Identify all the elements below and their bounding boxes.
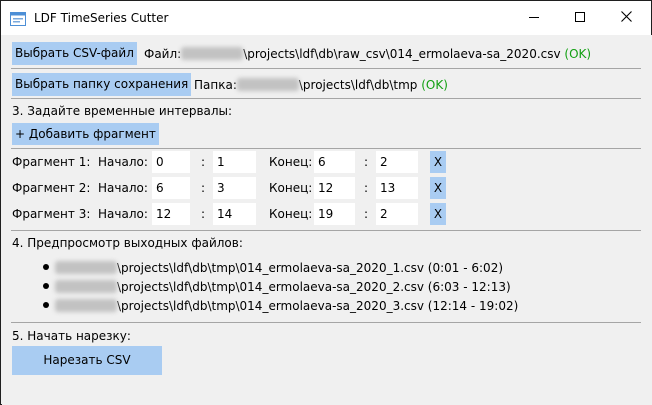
time-separator: : [364, 207, 369, 221]
save-folder-label: Папка: [194, 78, 237, 92]
end-seconds-input[interactable]: 2 [376, 151, 418, 173]
delete-fragment-button[interactable]: X [430, 177, 446, 199]
save-folder-path: \projects\ldf\db\tmp [298, 78, 418, 92]
select-save-folder-button[interactable]: Выбрать папку сохранения [12, 73, 192, 96]
close-icon [620, 11, 632, 25]
start-minutes-input[interactable]: 6 [152, 177, 190, 199]
redacted-path-prefix [55, 261, 117, 274]
redacted-path-prefix [55, 299, 117, 312]
close-button[interactable] [603, 1, 649, 35]
app-window-icon [10, 11, 26, 27]
separator [11, 230, 641, 231]
csv-file-info: Файл: \projects\ldf\db\raw_csv\014_ermola… [144, 47, 591, 62]
end-minutes-input[interactable]: 19 [314, 203, 355, 225]
bullet-icon [43, 264, 49, 270]
bullet-icon [43, 283, 49, 289]
start-seconds-input[interactable]: 14 [213, 203, 256, 225]
add-fragment-button[interactable]: + Добавить фрагмент [12, 123, 159, 145]
separator [11, 322, 641, 323]
maximize-button[interactable] [557, 1, 603, 35]
fragment-label: Фрагмент 1: [12, 155, 91, 169]
end-label: Конец: [269, 207, 313, 221]
time-separator: : [201, 181, 206, 195]
start-minutes-input[interactable]: 12 [152, 203, 190, 225]
start-label: Начало: [98, 181, 148, 195]
start-seconds-input[interactable]: 1 [213, 151, 256, 173]
preview-heading: 4. Предпросмотр выходных файлов: [12, 236, 243, 250]
main-content: Выбрать CSV-файл Файл: \projects\ldf\db\r… [2, 35, 652, 405]
bullet-icon [43, 302, 49, 308]
time-separator: : [201, 207, 206, 221]
app-window: LDF TimeSeries Cutter Выбрать CSV-файл Ф… [0, 0, 652, 405]
save-status: (OK) [421, 78, 448, 92]
end-minutes-input[interactable]: 12 [314, 177, 355, 199]
csv-file-label: Файл: [144, 47, 182, 61]
end-minutes-input[interactable]: 6 [314, 151, 355, 173]
redacted-path-prefix [55, 280, 117, 293]
preview-file: \projects\ldf\db\tmp\014_ermolaeva-sa_20… [117, 280, 511, 294]
separator [11, 98, 641, 99]
redacted-path-prefix [236, 78, 299, 91]
time-separator: : [364, 155, 369, 169]
preview-file: \projects\ldf\db\tmp\014_ermolaeva-sa_20… [117, 299, 519, 313]
cut-heading: 5. Начать нарезку: [12, 329, 131, 343]
separator [11, 148, 641, 149]
minimize-icon [529, 11, 539, 25]
time-separator: : [364, 181, 369, 195]
delete-fragment-button[interactable]: X [430, 203, 446, 225]
redacted-path-prefix [181, 47, 244, 60]
cut-csv-button[interactable]: Нарезать CSV [12, 346, 162, 375]
fragment-label: Фрагмент 2: [12, 181, 91, 195]
separator [11, 68, 641, 69]
end-seconds-input[interactable]: 13 [376, 177, 418, 199]
title-bar[interactable]: LDF TimeSeries Cutter [1, 1, 651, 35]
intervals-heading: 3. Задайте временные интервалы: [12, 104, 233, 118]
select-csv-button[interactable]: Выбрать CSV-файл [12, 42, 137, 65]
csv-status: (OK) [564, 47, 592, 61]
save-folder-info: Папка: \projects\ldf\db\tmp (OK) [194, 78, 448, 93]
delete-fragment-button[interactable]: X [430, 151, 446, 173]
preview-file: \projects\ldf\db\tmp\014_ermolaeva-sa_20… [117, 261, 504, 275]
end-seconds-input[interactable]: 2 [376, 203, 418, 225]
maximize-icon [575, 11, 585, 25]
end-label: Конец: [269, 181, 313, 195]
minimize-button[interactable] [511, 1, 557, 35]
end-label: Конец: [269, 155, 313, 169]
csv-file-path: \projects\ldf\db\raw_csv\014_ermolaeva-s… [243, 47, 561, 61]
fragment-label: Фрагмент 3: [12, 207, 91, 221]
start-minutes-input[interactable]: 0 [152, 151, 190, 173]
start-label: Начало: [98, 155, 148, 169]
window-title: LDF TimeSeries Cutter [34, 11, 169, 25]
start-seconds-input[interactable]: 3 [213, 177, 256, 199]
start-label: Начало: [98, 207, 148, 221]
time-separator: : [201, 155, 206, 169]
